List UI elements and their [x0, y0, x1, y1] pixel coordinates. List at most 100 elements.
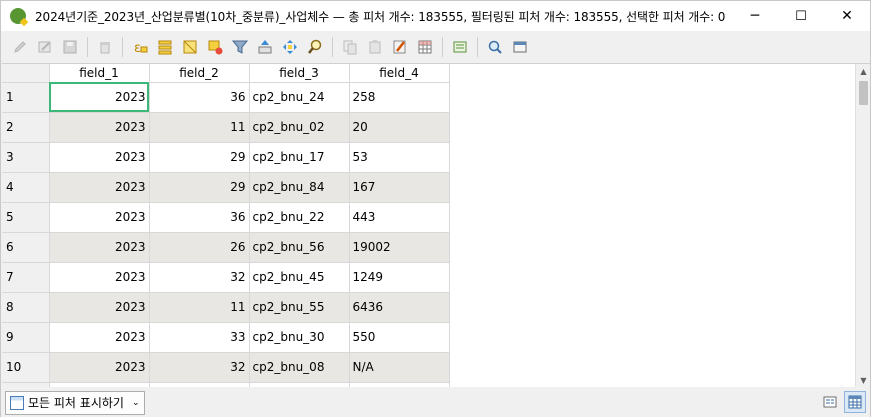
table-cell[interactable]: 2023 — [49, 262, 150, 293]
table-cell[interactable]: cp2_bnu_08 — [249, 352, 350, 383]
table-row[interactable]: 7 2023 32 cp2_bnu_45 1249 — [2, 262, 450, 293]
table-cell[interactable]: 36 — [149, 82, 250, 113]
table-cell[interactable]: 2023 — [49, 352, 150, 383]
table-cell[interactable]: 2023 — [49, 322, 150, 353]
table-cell[interactable]: 33 — [149, 322, 250, 353]
table-cell[interactable]: 11 — [149, 112, 250, 143]
table-row[interactable] — [2, 382, 450, 387]
table-cell[interactable]: 1249 — [349, 262, 450, 293]
zoom-map-icon[interactable] — [304, 36, 326, 58]
delete-field-icon[interactable] — [414, 36, 436, 58]
table-cell[interactable]: cp2_bnu_56 — [249, 232, 350, 263]
row-header[interactable]: 1 — [2, 82, 50, 113]
pan-map-icon[interactable] — [279, 36, 301, 58]
row-header[interactable]: 5 — [2, 202, 50, 233]
table-cell[interactable]: cp2_bnu_17 — [249, 142, 350, 173]
filter-icon[interactable] — [229, 36, 251, 58]
table-cell[interactable]: 2023 — [49, 232, 150, 263]
row-header[interactable]: 3 — [2, 142, 50, 173]
table-cell[interactable]: cp2_bnu_84 — [249, 172, 350, 203]
scroll-up-icon[interactable]: ▲ — [856, 64, 870, 79]
table-cell[interactable]: cp2_bnu_30 — [249, 322, 350, 353]
table-cell[interactable] — [49, 382, 150, 387]
table-row[interactable]: 5 2023 36 cp2_bnu_22 443 — [2, 202, 450, 233]
table-row[interactable]: 8 2023 11 cp2_bnu_55 6436 — [2, 292, 450, 323]
deselect-icon[interactable] — [204, 36, 226, 58]
row-header[interactable]: 10 — [2, 352, 50, 383]
select-all-icon[interactable] — [154, 36, 176, 58]
actions-icon[interactable] — [509, 36, 531, 58]
feature-filter-dropdown[interactable]: 모든 피처 표시하기 ⌄ — [5, 390, 145, 415]
row-header[interactable]: 2 — [2, 112, 50, 143]
table-cell[interactable] — [349, 382, 450, 387]
table-cell[interactable]: 26 — [149, 232, 250, 263]
column-header-field-1[interactable]: field_1 — [49, 64, 150, 83]
table-cell[interactable] — [149, 382, 250, 387]
table-cell[interactable]: 2023 — [49, 202, 150, 233]
row-header[interactable]: 4 — [2, 172, 50, 203]
save-icon[interactable] — [59, 36, 81, 58]
table-cell[interactable]: 32 — [149, 262, 250, 293]
column-header-field-4[interactable]: field_4 — [349, 64, 450, 83]
table-cell[interactable]: cp2_bnu_22 — [249, 202, 350, 233]
row-header[interactable]: 9 — [2, 322, 50, 353]
table-row[interactable]: 1 2023 36 cp2_bnu_24 258 — [2, 82, 450, 113]
table-row[interactable]: 2 2023 11 cp2_bnu_02 20 — [2, 112, 450, 143]
table-cell[interactable]: 550 — [349, 322, 450, 353]
table-cell[interactable]: 167 — [349, 172, 450, 203]
table-cell[interactable]: 2023 — [49, 112, 150, 143]
table-cell[interactable]: 36 — [149, 202, 250, 233]
invert-selection-icon[interactable] — [179, 36, 201, 58]
row-header[interactable]: 7 — [2, 262, 50, 293]
table-row[interactable]: 3 2023 29 cp2_bnu_17 53 — [2, 142, 450, 173]
new-field-icon[interactable] — [389, 36, 411, 58]
field-calculator-icon[interactable] — [449, 36, 471, 58]
table-cell[interactable]: 29 — [149, 172, 250, 203]
row-header[interactable]: 8 — [2, 292, 50, 323]
table-cell[interactable]: 443 — [349, 202, 450, 233]
pencil-icon[interactable] — [9, 36, 31, 58]
table-cell[interactable]: cp2_bnu_02 — [249, 112, 350, 143]
table-cell[interactable]: cp2_bnu_55 — [249, 292, 350, 323]
expression-select-icon[interactable]: ε — [129, 36, 151, 58]
table-cell[interactable]: 32 — [149, 352, 250, 383]
toggle-multi-edit-icon[interactable] — [34, 36, 56, 58]
table-cell[interactable]: cp2_bnu_45 — [249, 262, 350, 293]
scroll-down-icon[interactable]: ▼ — [856, 373, 870, 387]
close-button[interactable]: ✕ — [824, 1, 870, 31]
table-cell[interactable]: 11 — [149, 292, 250, 323]
table-cell[interactable]: 2023 — [49, 292, 150, 323]
scrollbar-thumb[interactable] — [859, 81, 868, 105]
table-cell[interactable]: 19002 — [349, 232, 450, 263]
table-cell[interactable]: 2023 — [49, 82, 150, 113]
table-cell[interactable]: 2023 — [49, 142, 150, 173]
move-selection-top-icon[interactable] — [254, 36, 276, 58]
table-cell[interactable] — [249, 382, 350, 387]
conditional-format-icon[interactable] — [484, 36, 506, 58]
table-cell[interactable]: cp2_bnu_24 — [249, 82, 350, 113]
table-row[interactable]: 4 2023 29 cp2_bnu_84 167 — [2, 172, 450, 203]
delete-icon[interactable] — [94, 36, 116, 58]
minimize-button[interactable]: ─ — [732, 1, 778, 31]
table-row[interactable]: 9 2023 33 cp2_bnu_30 550 — [2, 322, 450, 353]
table-cell[interactable]: 20 — [349, 112, 450, 143]
table-row[interactable]: 6 2023 26 cp2_bnu_56 19002 — [2, 232, 450, 263]
row-header[interactable] — [2, 382, 50, 387]
table-cell[interactable]: 2023 — [49, 172, 150, 203]
form-view-button[interactable] — [819, 391, 841, 413]
vertical-scrollbar[interactable]: ▲ ▼ — [855, 64, 870, 387]
column-header-field-3[interactable]: field_3 — [249, 64, 350, 83]
table-cell[interactable]: 6436 — [349, 292, 450, 323]
table-cell[interactable]: 29 — [149, 142, 250, 173]
row-header[interactable]: 6 — [2, 232, 50, 263]
table-cell[interactable]: 53 — [349, 142, 450, 173]
paste-icon[interactable] — [364, 36, 386, 58]
table-cell[interactable]: N/A — [349, 352, 450, 383]
table-row[interactable]: 10 2023 32 cp2_bnu_08 N/A — [2, 352, 450, 383]
maximize-button[interactable]: ☐ — [778, 1, 824, 31]
column-header-field-2[interactable]: field_2 — [149, 64, 250, 83]
copy-icon[interactable] — [339, 36, 361, 58]
table-view-button[interactable] — [844, 391, 866, 413]
table-cell[interactable]: 258 — [349, 82, 450, 113]
corner-cell[interactable] — [2, 64, 50, 83]
